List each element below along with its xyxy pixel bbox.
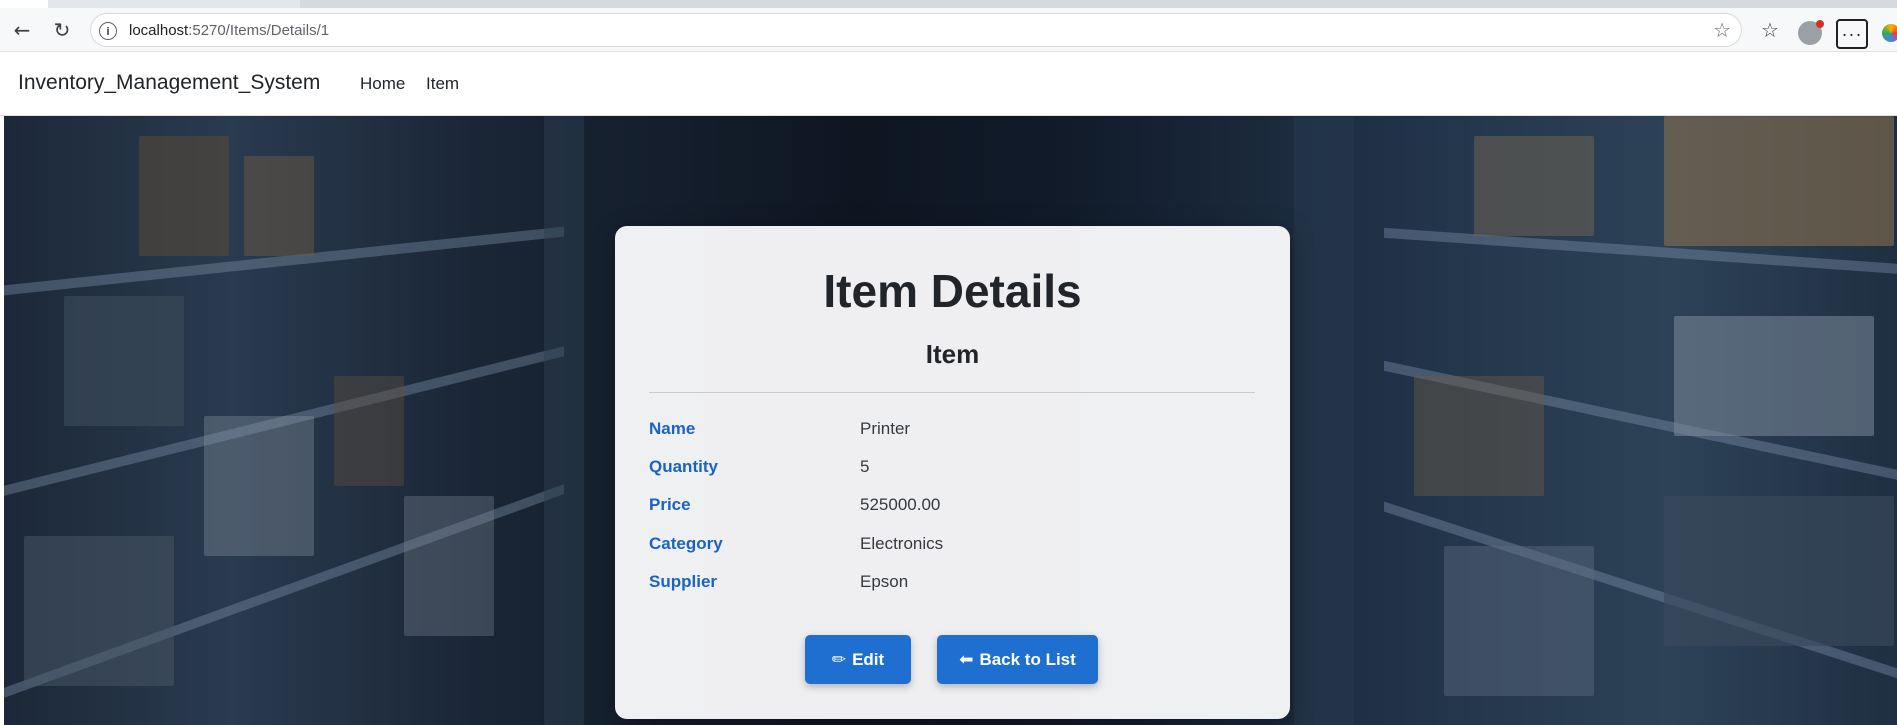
profile-avatar-icon[interactable] xyxy=(1798,20,1824,45)
field-value-name: Printer xyxy=(860,419,911,438)
field-label-quantity: Quantity xyxy=(649,457,718,476)
field-value-category: Electronics xyxy=(860,534,944,553)
tab-strip xyxy=(0,0,1897,8)
address-bar[interactable]: i localhost:5270/Items/Details/1 ☆ xyxy=(90,13,1742,47)
page: Inventory_Management_System Home Item It… xyxy=(0,53,1897,725)
copilot-icon[interactable] xyxy=(1882,24,1897,42)
back-arrow-icon[interactable]: ← xyxy=(8,16,36,44)
inactive-tab[interactable] xyxy=(300,0,1897,8)
pencil-icon: ✏ xyxy=(831,649,847,670)
site-info-icon[interactable]: i xyxy=(99,22,117,40)
back-button-label: Back to List xyxy=(979,649,1076,669)
field-label-name: Name xyxy=(649,419,696,438)
favorite-star-icon[interactable]: ☆ xyxy=(1713,18,1731,42)
back-to-list-button[interactable]: ⬅ Back to List xyxy=(937,635,1098,684)
page-title: Item Details xyxy=(823,265,1082,317)
field-value-quantity: 5 xyxy=(860,457,870,476)
edit-button-label: Edit xyxy=(852,649,885,669)
navbar-brand[interactable]: Inventory_Management_System xyxy=(18,71,320,95)
reload-icon[interactable]: ↻ xyxy=(48,16,76,44)
field-value-price: 525000.00 xyxy=(860,495,941,514)
url-text: localhost:5270/Items/Details/1 xyxy=(129,22,330,39)
divider xyxy=(649,392,1255,393)
browser-toolbar: ← ↻ i localhost:5270/Items/Details/1 ☆ ☆… xyxy=(0,8,1897,52)
field-value-supplier: Epson xyxy=(860,572,909,591)
field-label-category: Category xyxy=(649,534,723,553)
edit-button[interactable]: ✏ Edit xyxy=(805,635,911,684)
active-tab[interactable] xyxy=(0,0,48,8)
more-menu-icon[interactable]: ··· xyxy=(1836,19,1868,49)
site-navbar: Inventory_Management_System Home Item xyxy=(0,53,1897,116)
arrow-left-icon: ⬅ xyxy=(959,649,974,670)
section-subtitle: Item xyxy=(925,339,980,369)
nav-link-item[interactable]: Item xyxy=(426,74,459,94)
field-label-price: Price xyxy=(649,495,691,514)
item-details-card: Item Details Item Name Printer Quantity … xyxy=(615,226,1290,719)
nav-link-home[interactable]: Home xyxy=(360,74,405,94)
field-label-supplier: Supplier xyxy=(649,572,718,591)
favorites-list-icon[interactable]: ☆ xyxy=(1756,16,1784,44)
